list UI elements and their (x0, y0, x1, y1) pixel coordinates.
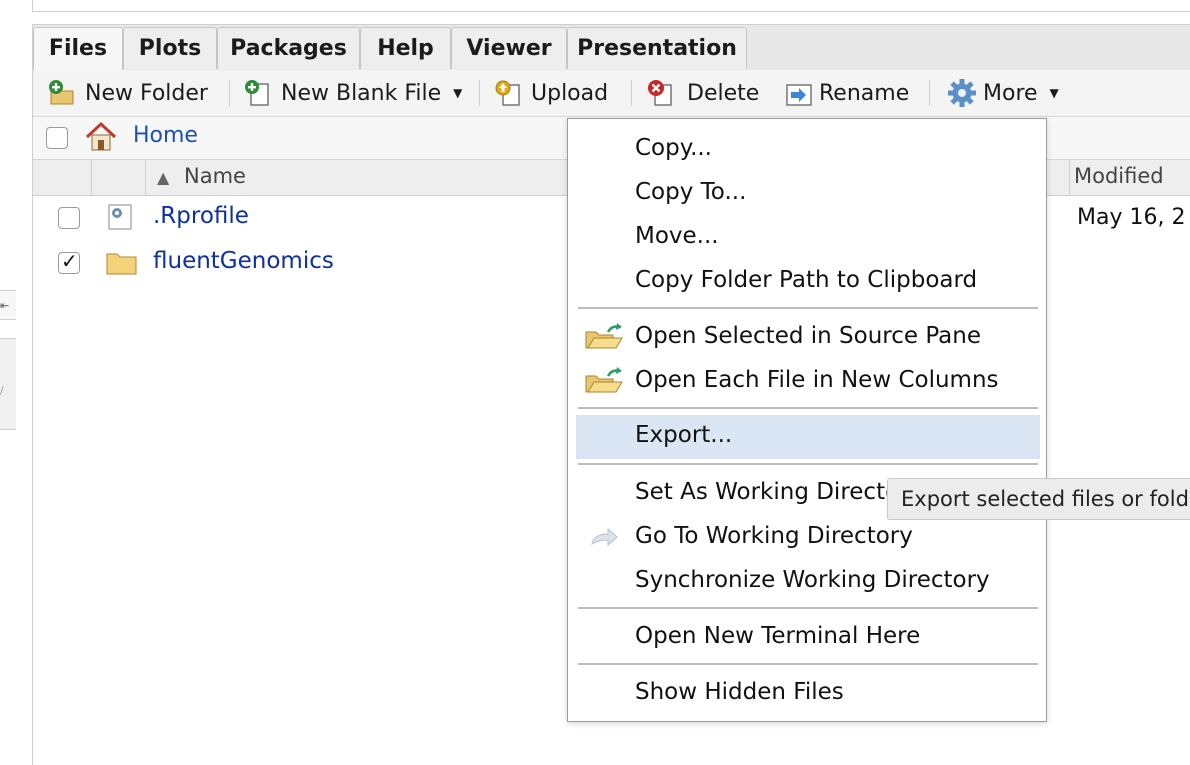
gear-icon (947, 78, 977, 108)
file-checkbox[interactable] (58, 249, 80, 274)
tab-bar: Files Plots Packages Help Viewer Present… (33, 25, 1190, 71)
toolbar-separator (929, 80, 930, 106)
file-name-link[interactable]: fluentGenomics (153, 248, 334, 274)
menu-item-label: Set As Working Directory (635, 479, 923, 505)
menu-item-label: Copy To... (635, 179, 747, 205)
menu-item-copy-to[interactable]: Copy To... (576, 172, 1040, 216)
toolbar-separator (479, 80, 480, 106)
open-folder-icon (584, 366, 623, 396)
edit-icon: / (0, 384, 4, 397)
menu-item-label: Copy Folder Path to Clipboard (635, 267, 978, 293)
menu-item-label: Open New Terminal Here (635, 623, 921, 649)
more-dropdown-menu: Copy... Copy To... Move... Copy Folder P… (567, 118, 1047, 722)
home-icon (84, 121, 117, 151)
menu-divider (578, 607, 1038, 609)
new-file-icon (243, 78, 273, 108)
toolbar-separator (631, 80, 632, 106)
upper-pane (32, 0, 1190, 12)
menu-divider (578, 407, 1038, 409)
menu-item-copy[interactable]: Copy... (576, 128, 1040, 172)
menu-item-label: Synchronize Working Directory (635, 567, 990, 593)
sort-ascending-icon: ▲ (157, 168, 170, 187)
menu-item-label: Show Hidden Files (635, 679, 844, 705)
select-all-checkbox[interactable] (46, 127, 68, 149)
left-pane-edge: ⇤ / (0, 0, 16, 740)
tab-packages[interactable]: Packages (217, 27, 360, 69)
open-folder-icon (584, 322, 623, 352)
menu-item-move[interactable]: Move... (576, 216, 1040, 260)
delete-button[interactable]: Delete (645, 76, 759, 110)
menu-item-label: Move... (635, 223, 719, 249)
rename-icon (783, 78, 813, 108)
chevron-down-icon: ▼ (1049, 86, 1059, 100)
export-tooltip: Export selected files or folders (887, 478, 1190, 520)
more-label: More (983, 80, 1038, 106)
chevron-down-icon: ▼ (453, 86, 463, 100)
new-folder-icon (47, 78, 77, 108)
new-blank-file-button[interactable]: New Blank File ▼ (243, 76, 462, 110)
menu-item-open-selected-source[interactable]: Open Selected in Source Pane (576, 316, 1040, 360)
rename-label: Rename (819, 80, 910, 106)
tab-files[interactable]: Files (33, 27, 123, 71)
tab-plots[interactable]: Plots (123, 27, 217, 69)
menu-item-export[interactable]: Export... (576, 415, 1040, 459)
menu-item-go-to-working-directory[interactable]: Go To Working Directory (576, 516, 1040, 560)
file-checkbox[interactable] (58, 207, 80, 229)
delete-icon (645, 78, 675, 108)
column-divider (1069, 160, 1070, 195)
upload-label: Upload (531, 80, 609, 106)
menu-divider (578, 663, 1038, 665)
menu-item-label: Copy... (635, 135, 712, 161)
menu-item-copy-folder-path[interactable]: Copy Folder Path to Clipboard (576, 260, 1040, 304)
menu-item-label: Export... (635, 422, 733, 448)
file-name-link[interactable]: .Rprofile (153, 203, 249, 229)
tab-help[interactable]: Help (360, 27, 451, 69)
menu-item-label: Go To Working Directory (635, 523, 913, 549)
r-profile-file-icon (105, 201, 135, 231)
menu-divider (578, 307, 1038, 309)
tab-presentation[interactable]: Presentation (567, 27, 747, 69)
rename-button[interactable]: Rename (783, 76, 909, 110)
folder-icon (105, 248, 137, 278)
go-to-arrow-icon (584, 522, 622, 552)
menu-item-label: Open Selected in Source Pane (635, 323, 981, 349)
column-header-modified[interactable]: Modified (1074, 164, 1164, 188)
delete-label: Delete (687, 80, 760, 106)
toolbar-separator (229, 80, 230, 106)
more-button[interactable]: More ▼ (947, 76, 1059, 110)
breadcrumb-home-link[interactable]: Home (133, 123, 198, 148)
upload-button[interactable]: Upload (493, 76, 608, 110)
collapse-arrow-icon[interactable]: ⇤ (0, 299, 9, 312)
menu-item-label: Open Each File in New Columns (635, 367, 999, 393)
tab-viewer[interactable]: Viewer (451, 27, 567, 69)
menu-divider (578, 463, 1038, 465)
new-folder-button[interactable]: New Folder (47, 76, 208, 110)
column-divider (91, 160, 92, 195)
file-modified-date: May 16, 2 (1077, 205, 1186, 230)
new-blank-file-label: New Blank File (281, 80, 442, 106)
menu-item-show-hidden-files[interactable]: Show Hidden Files (576, 672, 1040, 716)
column-header-name[interactable]: Name (184, 164, 246, 188)
menu-item-open-new-terminal[interactable]: Open New Terminal Here (576, 616, 1040, 660)
upload-icon (493, 78, 523, 108)
menu-item-open-each-new-columns[interactable]: Open Each File in New Columns (576, 360, 1040, 404)
menu-item-synchronize-working-directory[interactable]: Synchronize Working Directory (576, 560, 1040, 604)
new-folder-label: New Folder (85, 80, 208, 106)
files-toolbar: New Folder New Blank File ▼ Upload Delet… (33, 70, 1190, 117)
column-divider (145, 160, 146, 195)
